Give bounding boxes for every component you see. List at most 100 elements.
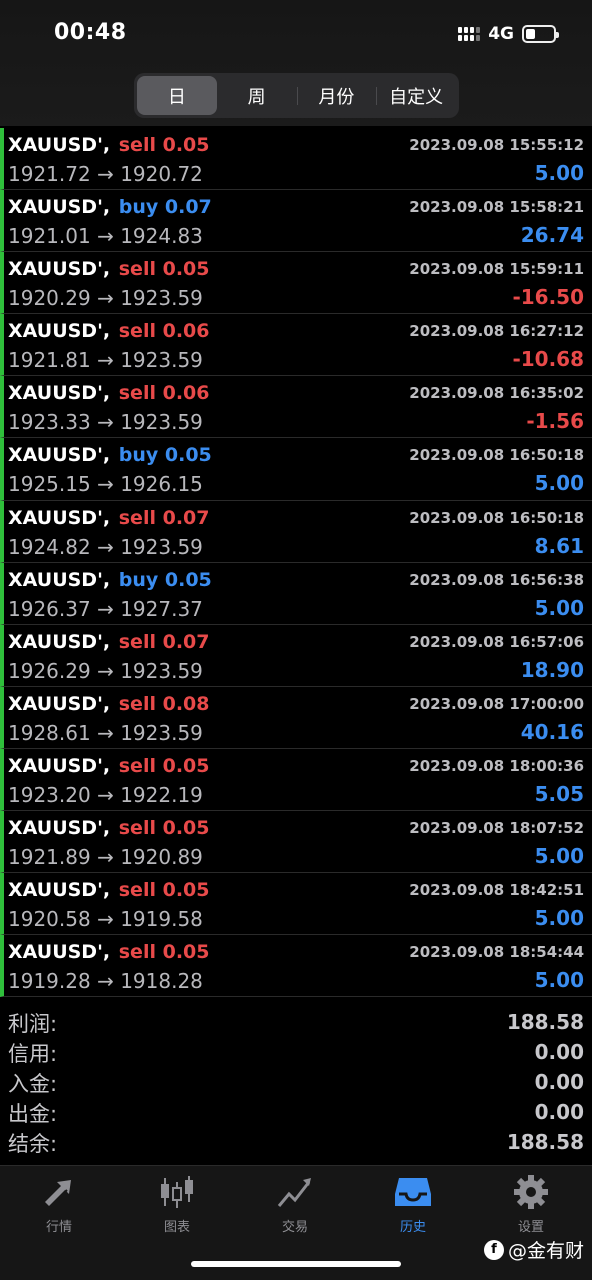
- tab-custom[interactable]: 自定义: [376, 76, 456, 115]
- summary-row: 信用: 0.00: [0, 1038, 592, 1068]
- home-indicator[interactable]: [191, 1261, 401, 1267]
- trade-volume: 0.08: [162, 692, 210, 715]
- open-price: 1921.89: [8, 845, 91, 870]
- summary-row: 出金: 0.00: [0, 1098, 592, 1128]
- trade-row[interactable]: XAUUSD', buy 0.05 1926.37 → 1927.37 2023.0…: [0, 562, 592, 625]
- close-price: 1924.83: [120, 224, 203, 249]
- trade-symbol: XAUUSD',: [8, 196, 111, 219]
- trade-time: 2023.09.08 16:50:18: [409, 446, 584, 465]
- trade-row[interactable]: XAUUSD', sell 0.06 1923.33 → 1923.59 2023.…: [0, 376, 592, 439]
- trade-prices: 1928.61 → 1923.59: [8, 721, 203, 745]
- trade-type: sell: [118, 134, 156, 156]
- trade-profit: 5.00: [534, 968, 584, 993]
- trade-row[interactable]: XAUUSD', sell 0.07 1926.29 → 1923.59 2023.…: [0, 624, 592, 687]
- trade-row[interactable]: XAUUSD', sell 0.05 1921.89 → 1920.89 2023.…: [0, 811, 592, 874]
- trade-prices: 1921.89 → 1920.89: [8, 845, 203, 869]
- tab-trade[interactable]: 交易: [236, 1174, 354, 1244]
- summary-label: 信用:: [8, 1042, 58, 1066]
- trade-profit: 40.16: [520, 719, 584, 744]
- trade-type: sell: [118, 817, 156, 840]
- close-price: 1918.28: [120, 969, 203, 994]
- trade-type: sell: [118, 692, 156, 715]
- trade-volume: 0.06: [162, 382, 210, 405]
- trade-symbol-line: XAUUSD', sell 0.05: [8, 941, 210, 963]
- summary-value: 0.00: [534, 1100, 584, 1124]
- trade-type: sell: [118, 506, 156, 529]
- trade-type: buy: [118, 196, 159, 219]
- trade-volume: 0.05: [162, 879, 210, 902]
- tab-history[interactable]: 历史: [354, 1174, 472, 1244]
- open-price: 1921.01: [8, 224, 91, 249]
- trade-symbol-line: XAUUSD', sell 0.08: [8, 693, 210, 715]
- trade-row[interactable]: XAUUSD', sell 0.08 1928.61 → 1923.59 2023.…: [0, 686, 592, 749]
- arrow-right-icon: →: [90, 162, 121, 186]
- trade-line-icon: [277, 1178, 311, 1207]
- summary-label: 结余:: [8, 1132, 58, 1156]
- open-price: 1923.33: [8, 410, 91, 435]
- open-price: 1923.20: [8, 782, 91, 807]
- app-screen: 00:48 4G 日 周 月份 自定义 XAUUSD', sell 0.05 19…: [0, 0, 592, 1280]
- trade-profit: 5.05: [534, 781, 584, 806]
- trade-prices: 1920.29 → 1923.59: [8, 286, 203, 310]
- arrow-right-icon: →: [90, 410, 121, 435]
- trade-row[interactable]: XAUUSD', sell 0.06 1921.81 → 1923.59 2023.…: [0, 314, 592, 377]
- quotes-arrows-icon: [45, 1180, 71, 1206]
- candlestick-chart-icon: [161, 1176, 193, 1208]
- trade-row[interactable]: XAUUSD', sell 0.07 1924.82 → 1923.59 2023.…: [0, 500, 592, 563]
- open-price: 1924.82: [8, 534, 91, 559]
- summary-label: 出金:: [8, 1102, 58, 1126]
- trade-volume: 0.05: [162, 258, 210, 281]
- trade-volume: 0.07: [164, 196, 212, 219]
- trade-symbol: XAUUSD',: [8, 382, 111, 405]
- trade-row[interactable]: XAUUSD', sell 0.05 1919.28 → 1918.28 2023.…: [0, 935, 592, 998]
- trade-row[interactable]: XAUUSD', buy 0.05 1925.15 → 1926.15 2023.0…: [0, 438, 592, 501]
- trade-type: buy: [118, 568, 159, 591]
- trade-history-list: XAUUSD', sell 0.05 1921.72 → 1920.72 2023.…: [0, 128, 592, 998]
- trade-prices: 1925.15 → 1926.15: [8, 472, 203, 496]
- tab-settings-label: 设置: [517, 1220, 544, 1235]
- status-indicators: 4G: [458, 22, 559, 46]
- trade-volume: 0.05: [162, 817, 210, 840]
- tab-charts[interactable]: 图表: [118, 1174, 236, 1244]
- tab-day[interactable]: 日: [137, 76, 217, 115]
- trade-type: sell: [118, 258, 156, 281]
- tab-history-label: 历史: [399, 1220, 426, 1235]
- trade-profit: -10.68: [512, 347, 584, 372]
- trade-row[interactable]: XAUUSD', sell 0.05 1921.72 → 1920.72 2023.…: [0, 128, 592, 191]
- trade-symbol-line: XAUUSD', sell 0.05: [8, 755, 210, 777]
- trade-symbol-line: XAUUSD', buy 0.05: [8, 444, 212, 466]
- open-price: 1926.29: [8, 658, 91, 683]
- trade-time: 2023.09.08 18:07:52: [409, 819, 584, 838]
- open-price: 1921.81: [8, 348, 91, 373]
- trade-prices: 1923.33 → 1923.59: [8, 410, 203, 434]
- trade-profit: 18.90: [520, 657, 584, 682]
- trade-row[interactable]: XAUUSD', sell 0.05 1920.58 → 1919.58 2023.…: [0, 873, 592, 936]
- tab-quotes[interactable]: 行情: [0, 1174, 118, 1244]
- trade-symbol-line: XAUUSD', sell 0.06: [8, 320, 210, 342]
- tab-settings[interactable]: 设置: [472, 1174, 590, 1244]
- close-price: 1919.58: [120, 907, 203, 932]
- arrow-right-icon: →: [90, 845, 121, 870]
- close-price: 1923.59: [120, 410, 203, 435]
- close-price: 1927.37: [120, 596, 203, 621]
- summary-value: 0.00: [534, 1070, 584, 1094]
- trade-row[interactable]: XAUUSD', buy 0.07 1921.01 → 1924.83 2023.0…: [0, 190, 592, 253]
- trade-time: 2023.09.08 18:54:44: [409, 943, 584, 962]
- trade-prices: 1926.29 → 1923.59: [8, 659, 203, 683]
- tab-month[interactable]: 月份: [296, 76, 377, 115]
- trade-row[interactable]: XAUUSD', sell 0.05 1920.29 → 1923.59 2023.…: [0, 252, 592, 315]
- arrow-right-icon: →: [90, 907, 121, 932]
- summary-value: 0.00: [534, 1040, 584, 1064]
- open-price: 1921.72: [8, 162, 91, 186]
- trade-time: 2023.09.08 18:42:51: [409, 881, 584, 900]
- trade-type: sell: [118, 879, 156, 902]
- close-price: 1926.15: [120, 472, 203, 497]
- arrow-right-icon: →: [90, 348, 121, 373]
- trade-type: sell: [118, 754, 156, 777]
- trade-row[interactable]: XAUUSD', sell 0.05 1923.20 → 1922.19 2023.…: [0, 748, 592, 812]
- tab-trade-label: 交易: [281, 1220, 308, 1235]
- trade-profit: 5.00: [534, 906, 584, 931]
- close-price: 1923.59: [120, 720, 203, 745]
- tab-week[interactable]: 周: [217, 76, 297, 115]
- trade-symbol: XAUUSD',: [8, 692, 111, 715]
